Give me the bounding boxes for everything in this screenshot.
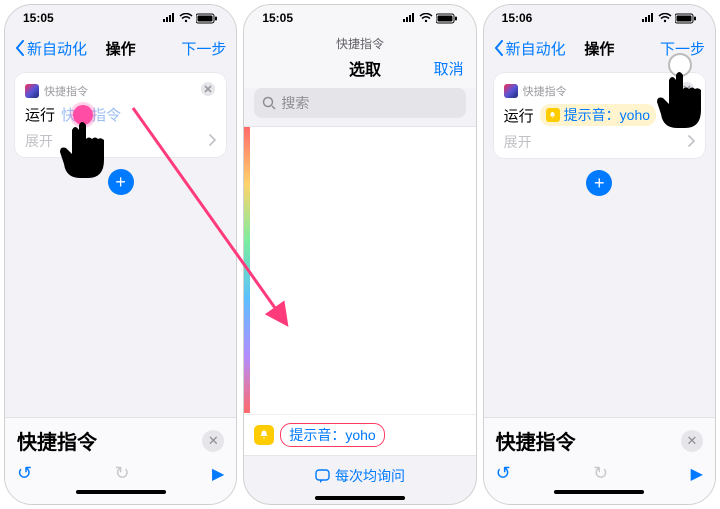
chevron-right-icon: [687, 134, 695, 150]
redo-button: ↻: [593, 463, 608, 484]
search-icon: [262, 96, 276, 110]
home-indicator: [76, 490, 166, 494]
status-bar: 15:05: [244, 5, 475, 31]
clock: 15:05: [23, 11, 54, 25]
bottom-toolbar: 快捷指令 ✕ ↺ ↻ ▶: [484, 417, 715, 504]
undo-button[interactable]: ↺: [17, 463, 32, 484]
run-label: 运行: [504, 105, 534, 126]
bell-icon: [254, 425, 274, 445]
cancel-button[interactable]: 取消: [434, 58, 464, 79]
expand-label[interactable]: 展开: [25, 131, 53, 151]
back-label: 新自动化: [506, 38, 566, 59]
phone-screen-3: 15:06 新自动化 操作 下一步 快捷指令 运行 提示音：yoho: [483, 4, 716, 505]
bottom-title: 快捷指令: [17, 426, 97, 455]
selected-shortcut-pill[interactable]: 提示音：yoho: [540, 104, 656, 126]
picker-title: 选取: [349, 56, 381, 80]
shortcut-name-pill: 提示音：yoho: [280, 423, 384, 447]
bottom-title: 快捷指令: [496, 426, 576, 455]
next-button[interactable]: 下一步: [660, 38, 705, 59]
action-card: 快捷指令 运行 快捷指令 展开: [15, 73, 226, 157]
next-button[interactable]: 下一步: [181, 38, 226, 59]
chevron-left-icon: [15, 40, 25, 56]
shortcuts-app-icon: [504, 84, 518, 98]
sheet-nav: 选取 取消: [244, 52, 475, 88]
list-color-strip: [244, 127, 250, 413]
home-indicator: [315, 496, 405, 500]
add-action-button[interactable]: +: [108, 169, 134, 195]
search-placeholder: 搜索: [281, 93, 309, 113]
nav-bar: 新自动化 操作 下一步: [5, 31, 236, 65]
wifi-icon: [419, 13, 433, 23]
back-button[interactable]: 新自动化: [15, 38, 87, 59]
status-icons: [402, 13, 458, 24]
wifi-icon: [179, 13, 193, 23]
shortcut-list: 提示音：yoho: [244, 126, 475, 456]
back-label: 新自动化: [27, 38, 87, 59]
clear-search-button[interactable]: ✕: [681, 430, 703, 452]
run-button[interactable]: ▶: [212, 464, 224, 484]
battery-icon: [196, 13, 218, 24]
card-app-label: 快捷指令: [523, 83, 567, 99]
home-indicator: [554, 490, 644, 494]
cellular-icon: [641, 13, 655, 23]
card-app-label: 快捷指令: [44, 83, 88, 99]
run-button[interactable]: ▶: [691, 464, 703, 484]
clock: 15:06: [502, 11, 533, 25]
shortcut-placeholder[interactable]: 快捷指令: [61, 104, 121, 125]
wifi-icon: [658, 13, 672, 23]
add-action-button[interactable]: +: [586, 170, 612, 196]
remove-action-button[interactable]: [679, 81, 695, 100]
phone-screen-1: 15:05 新自动化 操作 下一步 快捷指令 运行 快捷指令 展开: [4, 4, 237, 505]
status-bar: 15:06: [484, 5, 715, 31]
action-card: 快捷指令 运行 提示音：yoho 展开: [494, 73, 705, 158]
bell-icon: [546, 108, 560, 122]
status-bar: 15:05: [5, 5, 236, 31]
status-icons: [641, 13, 697, 24]
speech-bubble-icon: [315, 469, 330, 484]
undo-button[interactable]: ↺: [496, 463, 511, 484]
clock: 15:05: [262, 11, 293, 25]
chevron-left-icon: [494, 40, 504, 56]
nav-bar: 新自动化 操作 下一步: [484, 31, 715, 65]
sheet-header-small: 快捷指令: [244, 31, 475, 52]
back-button[interactable]: 新自动化: [494, 38, 566, 59]
ask-each-time-button[interactable]: 每次均询问: [244, 456, 475, 490]
clear-search-button[interactable]: ✕: [202, 430, 224, 452]
chevron-right-icon: [208, 133, 216, 149]
phone-screen-2: 15:05 快捷指令 选取 取消 搜索 提示音：yoho 每次均询问: [243, 4, 476, 505]
redo-button: ↻: [115, 463, 130, 484]
status-icons: [162, 13, 218, 24]
battery-icon: [675, 13, 697, 24]
search-field[interactable]: 搜索: [254, 88, 465, 118]
remove-action-button[interactable]: [200, 81, 216, 100]
shortcut-row[interactable]: 提示音：yoho: [244, 414, 475, 455]
expand-label[interactable]: 展开: [504, 132, 532, 152]
bottom-toolbar: 快捷指令 ✕ ↺ ↻ ▶: [5, 417, 236, 504]
run-label: 运行: [25, 104, 55, 125]
shortcuts-app-icon: [25, 84, 39, 98]
cellular-icon: [402, 13, 416, 23]
battery-icon: [436, 13, 458, 24]
cellular-icon: [162, 13, 176, 23]
